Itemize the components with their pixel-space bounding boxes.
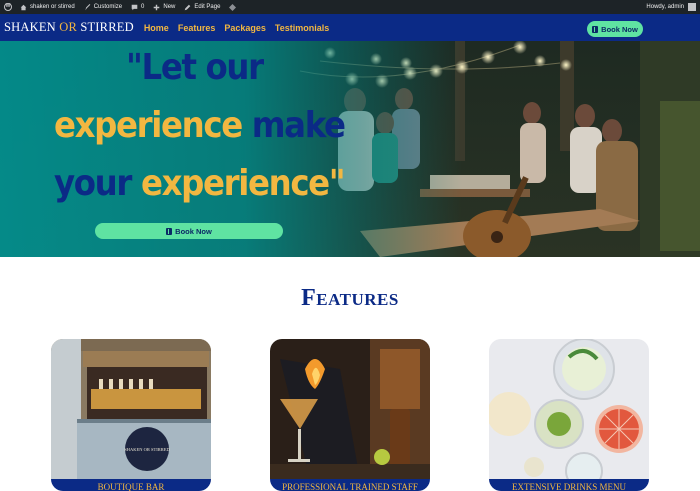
feature-card-drinks-menu[interactable]: EXTENSIVE DRINKS MENU bbox=[489, 339, 649, 491]
nav-home[interactable]: Home bbox=[144, 23, 169, 33]
header-book-now-label: Book Now bbox=[601, 24, 638, 34]
avatar bbox=[688, 3, 696, 11]
hero-section: "Let our experience make your experience… bbox=[0, 41, 700, 257]
main-nav: Home Features Packages Testimonials bbox=[144, 23, 338, 33]
logo-text-shaken: SHAKEN bbox=[4, 20, 60, 34]
feature-card-label: EXTENSIVE DRINKS MENU bbox=[489, 479, 649, 491]
admin-site-link[interactable]: shaken or stirred bbox=[20, 4, 75, 11]
admin-new-link[interactable]: New bbox=[153, 4, 175, 11]
home-icon bbox=[20, 4, 27, 11]
site-logo[interactable]: SHAKEN OR STIRRED bbox=[4, 20, 134, 35]
wordpress-icon[interactable] bbox=[4, 3, 12, 11]
logo-text-or: OR bbox=[59, 20, 77, 34]
logo-text-stirred: STIRRED bbox=[77, 20, 134, 34]
features-title: Features bbox=[301, 285, 399, 311]
feature-card-label: PROFESSIONAL TRAINED STAFF bbox=[270, 479, 430, 491]
hero-text-make: make bbox=[241, 105, 346, 146]
admin-customize-label: Customize bbox=[93, 4, 123, 10]
hero-text-your: your bbox=[54, 163, 132, 204]
book-icon bbox=[166, 227, 173, 235]
trained-staff-image bbox=[270, 339, 430, 479]
nav-features[interactable]: Features bbox=[178, 23, 216, 33]
admin-comments-count: 0 bbox=[141, 4, 145, 10]
brush-icon bbox=[84, 3, 91, 11]
hero-headline-line1: "Let our bbox=[126, 47, 264, 88]
feature-card-trained-staff[interactable]: PROFESSIONAL TRAINED STAFF bbox=[270, 339, 430, 491]
header-book-now-button[interactable]: Book Now bbox=[587, 21, 643, 37]
hero-text-experience: experience bbox=[54, 105, 243, 146]
admin-new-label: New bbox=[163, 4, 176, 10]
hero-book-now-button[interactable]: Book Now bbox=[95, 223, 283, 239]
admin-comments-link[interactable]: 0 bbox=[131, 4, 144, 11]
comment-icon bbox=[131, 4, 138, 11]
diamond-icon bbox=[229, 3, 237, 11]
admin-bar: shaken or stirred Customize 0 New Edit P… bbox=[0, 0, 700, 14]
svg-text:SHAKEN OR STIRRED: SHAKEN OR STIRRED bbox=[124, 447, 170, 452]
boutique-bar-image: SHAKEN OR STIRRED bbox=[51, 339, 211, 479]
hero-text-let-our: "Let our bbox=[126, 47, 264, 88]
feature-card-boutique-bar[interactable]: SHAKEN OR STIRRED BOUTIQUE BAR bbox=[51, 339, 211, 491]
site-header: SHAKEN OR STIRRED Home Features Packages… bbox=[0, 14, 700, 41]
hero-headline-line3: your experience" bbox=[54, 163, 346, 204]
nav-testimonials[interactable]: Testimonials bbox=[275, 23, 329, 33]
plus-icon bbox=[153, 4, 160, 11]
admin-site-name: shaken or stirred bbox=[30, 4, 75, 10]
admin-greeting: Howdy, admin bbox=[646, 4, 684, 10]
feature-card-label: BOUTIQUE BAR bbox=[51, 479, 211, 491]
nav-packages[interactable]: Packages bbox=[224, 23, 266, 33]
admin-edit-page-label: Edit Page bbox=[194, 4, 221, 10]
admin-plugin-link[interactable] bbox=[229, 3, 239, 11]
drinks-menu-image bbox=[489, 339, 649, 479]
admin-customize-link[interactable]: Customize bbox=[84, 3, 123, 11]
hero-headline-line2: experience make bbox=[54, 105, 346, 146]
admin-edit-page-link[interactable]: Edit Page bbox=[184, 4, 220, 11]
pencil-icon bbox=[184, 4, 191, 11]
hero-text-experience-2: experience" bbox=[131, 163, 346, 204]
hero-book-now-label: Book Now bbox=[175, 226, 212, 236]
admin-account[interactable]: Howdy, admin bbox=[646, 3, 696, 11]
book-icon bbox=[592, 25, 599, 33]
